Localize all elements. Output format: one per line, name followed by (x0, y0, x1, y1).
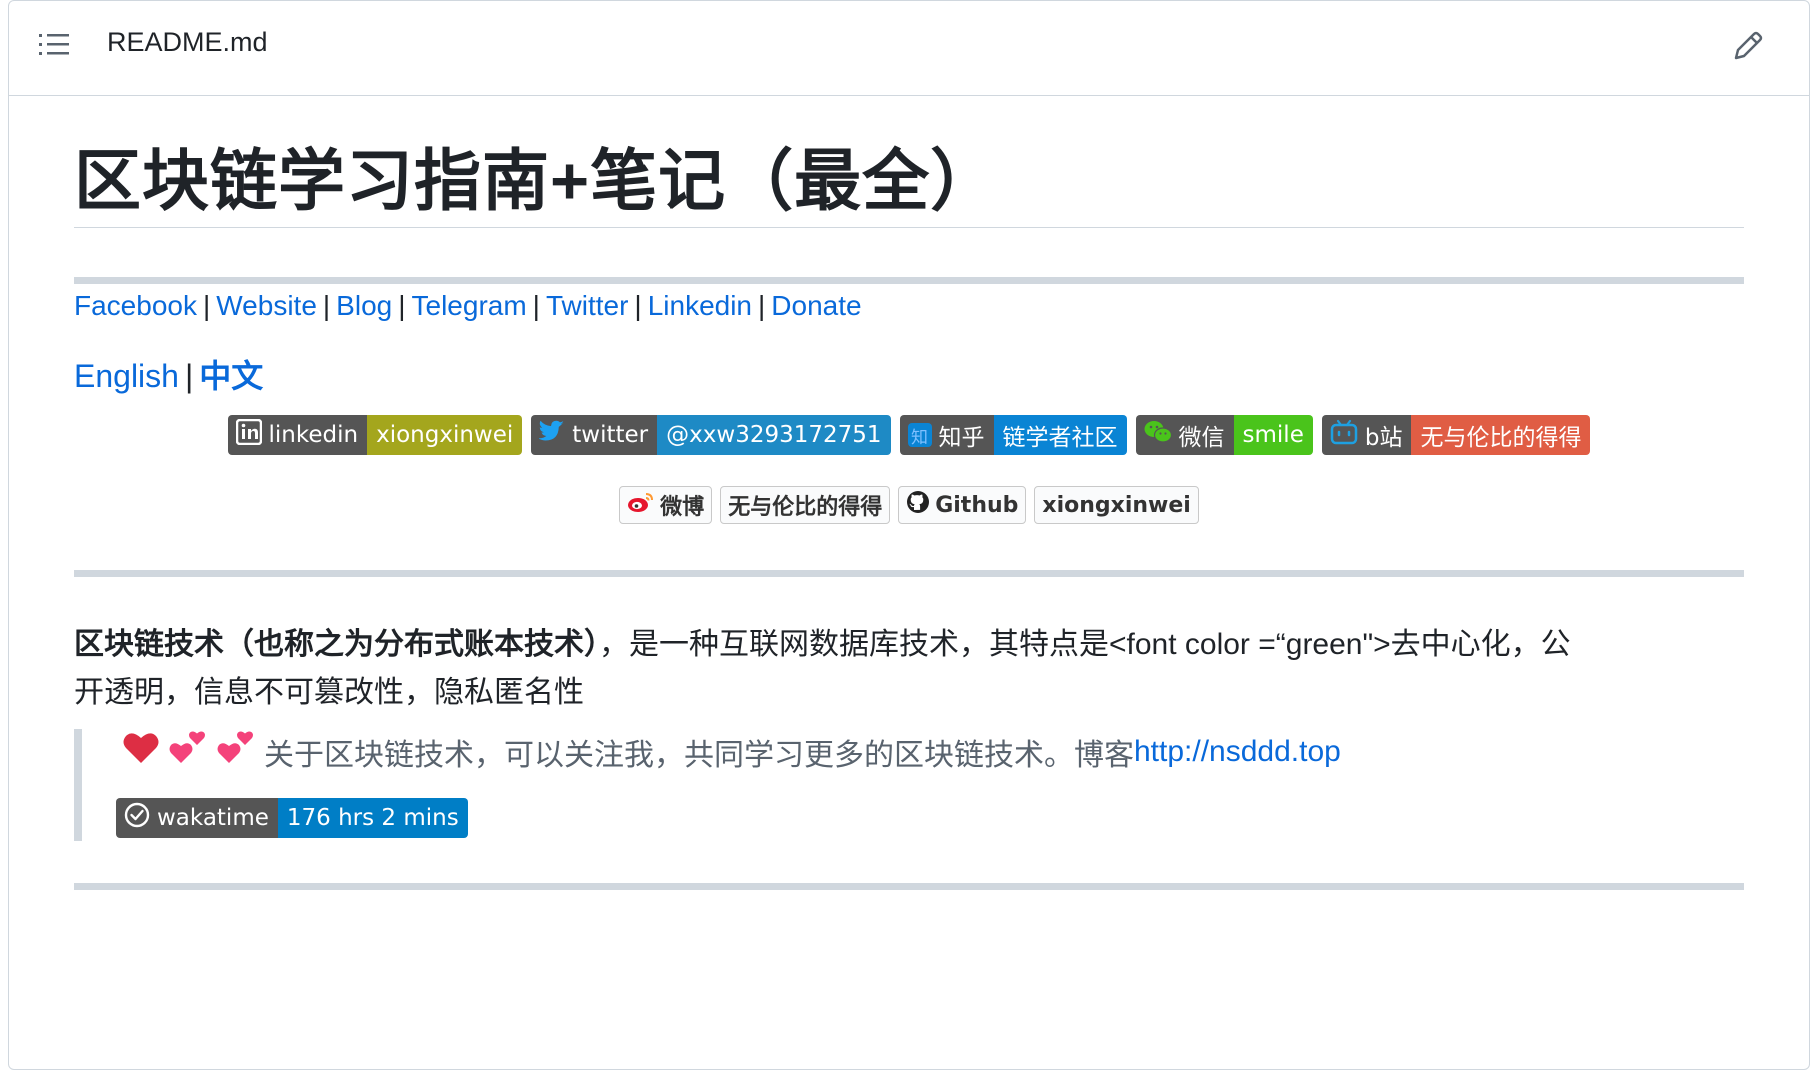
bilibili-icon (1330, 419, 1358, 451)
social-links: Facebook | Website | Blog | Telegram | Twitter | L… (74, 290, 862, 321)
readme-panel: README.md 区块链学习指南+笔记（最全） Facebook | Websit… (8, 0, 1810, 1070)
weibo-name-badge[interactable]: 无与伦比的得得 (720, 486, 891, 524)
quote-line: 关于区块链技术，可以关注我，共同学习更多的区块链技术。博客 http://nsdd… (122, 729, 1341, 775)
badge-label: 微博 (660, 495, 705, 520)
badge-label: 微信 (1178, 425, 1225, 451)
blog-link[interactable]: Blog (336, 290, 392, 321)
horizontal-rule (74, 570, 1744, 577)
twitter-link[interactable]: Twitter (546, 290, 628, 321)
github-name-badge[interactable]: xiongxinwei (1034, 486, 1199, 524)
github-icon (906, 490, 930, 520)
badge-label: Github (935, 492, 1019, 518)
english-link[interactable]: English (74, 358, 179, 394)
twitter-icon (538, 420, 565, 450)
horizontal-rule (74, 277, 1744, 284)
intro-line-1: 区块链技术（也称之为分布式账本技术），是一种互联网数据库技术，其特点是<font… (74, 621, 1744, 669)
blockquote: 关于区块链技术，可以关注我，共同学习更多的区块链技术。博客 http://nsdd… (74, 729, 1744, 841)
wechat-icon (1144, 420, 1172, 450)
twitter-badge[interactable]: twitter @xxw3293172751 (531, 415, 891, 455)
telegram-link[interactable]: Telegram (412, 290, 527, 321)
github-badge[interactable]: Github (898, 486, 1027, 524)
badge-value: 链学者社区 (1002, 425, 1118, 451)
badge-value: smile (1242, 422, 1304, 448)
donate-link[interactable]: Donate (771, 290, 861, 321)
badge-value: xiongxinwei (376, 422, 514, 448)
two-hearts-icon (168, 729, 208, 775)
wakatime-icon (124, 802, 150, 834)
badge-label: 无与伦比的得得 (728, 495, 883, 520)
zhihu-badge[interactable]: 知知乎 链学者社区 (899, 415, 1127, 455)
badge-value: @xxw3293172751 (666, 422, 882, 448)
weibo-icon (627, 491, 655, 519)
badge-row-1: linkedin xiongxinwei twitter @xxw3293172… (74, 415, 1744, 455)
badge-value: 无与伦比的得得 (1420, 425, 1582, 451)
weibo-badge[interactable]: 微博 (619, 486, 713, 524)
chinese-link[interactable]: 中文 (199, 358, 263, 394)
wakatime-badge[interactable]: wakatime 176 hrs 2 mins (116, 798, 468, 838)
blog-url-link[interactable]: http://nsddd.top (1134, 735, 1341, 769)
heart-icon (122, 730, 160, 774)
horizontal-rule (74, 883, 1744, 890)
badge-label: twitter (572, 422, 649, 448)
two-hearts-icon (216, 729, 256, 775)
intro-paragraph: 区块链技术（也称之为分布式账本技术），是一种互联网数据库技术，其特点是<font… (74, 621, 1744, 717)
page-title: 区块链学习指南+笔记（最全） (74, 144, 999, 219)
linkedin-badge[interactable]: linkedin xiongxinwei (227, 415, 523, 455)
facebook-link[interactable]: Facebook (74, 290, 197, 321)
wechat-badge[interactable]: 微信 smile (1135, 415, 1313, 455)
intro-text: ，是一种互联网数据库技术，其特点是<font color =“green">去中… (599, 628, 1571, 661)
title-divider (74, 227, 1744, 228)
linkedin-link[interactable]: Linkedin (648, 290, 752, 321)
linkedin-icon (235, 418, 262, 451)
intro-line-2: 开透明，信息不可篡改性，隐私匿名性 (74, 676, 584, 709)
language-links: English | 中文 (74, 358, 264, 394)
intro-bold: 区块链技术（也称之为分布式账本技术） (74, 628, 599, 661)
website-link[interactable]: Website (216, 290, 317, 321)
badge-label: linkedin (268, 422, 359, 448)
badge-label: wakatime (157, 805, 269, 831)
file-name: README.md (107, 27, 268, 57)
quote-text: 关于区块链技术，可以关注我，共同学习更多的区块链技术。博客 (264, 739, 1134, 772)
readme-header: README.md (9, 1, 1809, 96)
badge-label: xiongxinwei (1042, 492, 1191, 518)
badge-row-2: 微博 无与伦比的得得 Github xiongxinwei (74, 486, 1744, 524)
zhihu-icon: 知 (907, 423, 932, 448)
badge-label: 知乎 (938, 425, 985, 451)
badge-value: 176 hrs 2 mins (286, 805, 459, 831)
bilibili-badge[interactable]: b站 无与伦比的得得 (1321, 415, 1591, 455)
list-icon[interactable] (39, 31, 71, 61)
pencil-icon[interactable] (1731, 29, 1765, 63)
badge-label: b站 (1364, 425, 1403, 451)
